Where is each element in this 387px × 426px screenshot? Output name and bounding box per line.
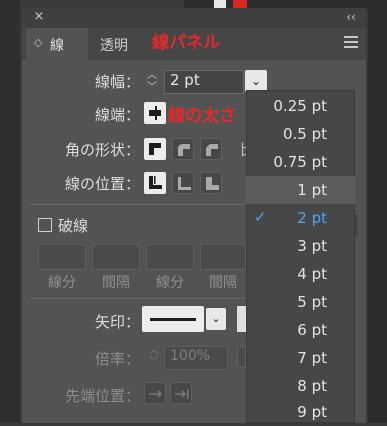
weight-option[interactable]: 0.5 pt	[246, 120, 355, 148]
background-left	[0, 0, 20, 423]
end-scale-input[interactable]	[237, 346, 246, 368]
tip-at-end-button[interactable]	[170, 382, 192, 404]
arrow-tip-beyond-icon	[149, 390, 163, 398]
scale-stepper[interactable]: ︿ ﹀	[144, 346, 164, 368]
tab-transparency[interactable]: 透明	[100, 35, 128, 55]
weight-option[interactable]: 0.25 pt	[246, 92, 355, 120]
gap-1-label: 間隔	[102, 275, 130, 291]
cap-label: 線端：	[94, 106, 140, 124]
weight-stepper[interactable]: ︿ ﹀	[142, 70, 162, 96]
option-label: 9 pt	[297, 403, 327, 421]
checkmark-icon: ✓	[254, 208, 267, 226]
stepper-down-icon[interactable]: ﹀	[142, 82, 162, 94]
scale-value: 100%	[170, 348, 211, 364]
bevel-join-button[interactable]	[200, 138, 222, 160]
option-label: 1 pt	[297, 181, 327, 199]
align-center-button[interactable]	[144, 172, 166, 194]
panel-menu-icon[interactable]	[344, 36, 358, 48]
background-right	[368, 0, 387, 423]
weight-option[interactable]: 3 pt	[246, 232, 355, 260]
tip-position-label: 先端位置：	[64, 387, 140, 405]
arrows-label: 矢印：	[94, 313, 140, 331]
weight-option[interactable]: 5 pt	[246, 288, 355, 316]
tab-stroke-label: 線	[50, 38, 64, 54]
arrow-tip-end-icon	[175, 389, 189, 399]
round-join-icon	[178, 144, 190, 156]
align-outside-icon	[206, 177, 219, 190]
dash-1-label: 線分	[48, 275, 76, 291]
arrow-none-icon	[150, 318, 196, 321]
weight-option[interactable]: 9 pt	[246, 398, 355, 426]
option-label: 2 pt	[297, 209, 327, 227]
option-label: 6 pt	[297, 321, 327, 339]
align-center-icon	[149, 176, 162, 189]
gap-1-input[interactable]	[92, 244, 140, 270]
dashed-checkbox[interactable]	[38, 218, 52, 232]
weight-option-highlighted[interactable]: 1 pt	[246, 176, 355, 204]
butt-cap-icon	[149, 106, 161, 120]
end-arrow-select[interactable]	[237, 306, 246, 332]
weight-option[interactable]: 4 pt	[246, 260, 355, 288]
corner-label: 角の形状：	[64, 141, 140, 159]
weight-option[interactable]: 6 pt	[246, 316, 355, 344]
weight-option[interactable]: 7 pt	[246, 344, 355, 372]
option-label: 0.75 pt	[273, 153, 327, 171]
collapse-icon[interactable]: ‹‹	[343, 9, 359, 25]
start-arrow-dropdown-button[interactable]: ⌄	[206, 308, 226, 330]
weight-option-selected[interactable]: ✓ 2 pt	[246, 204, 355, 232]
bevel-join-icon	[206, 144, 218, 156]
dash-2-input[interactable]	[146, 244, 194, 270]
gap-2-label: 間隔	[209, 275, 237, 291]
divider	[30, 204, 246, 205]
annotation-panel-title: 線パネル	[152, 33, 220, 53]
option-label: 3 pt	[297, 237, 327, 255]
option-label: 8 pt	[297, 377, 327, 395]
dash-1-input[interactable]	[38, 244, 86, 270]
tab-expand-icon: ◇	[34, 36, 43, 49]
weight-dropdown-button[interactable]: ⌄	[245, 70, 267, 92]
gap-2-input[interactable]	[200, 244, 246, 270]
align-inside-icon	[178, 177, 191, 190]
dash-2-label: 線分	[156, 275, 184, 291]
round-join-button[interactable]	[172, 138, 194, 160]
option-label: 0.25 pt	[273, 97, 327, 115]
annotation-stroke-width: 線の太さ	[168, 106, 236, 126]
align-label: 線の位置：	[64, 175, 140, 193]
divider	[30, 298, 246, 299]
align-inside-button[interactable]	[172, 172, 194, 194]
miter-join-button[interactable]	[144, 138, 166, 160]
panel-titlebar	[22, 8, 366, 28]
align-outside-button[interactable]	[200, 172, 222, 194]
option-label: 5 pt	[297, 293, 327, 311]
weight-option[interactable]: 8 pt	[246, 372, 355, 400]
butt-cap-button[interactable]	[144, 102, 166, 124]
option-label: 4 pt	[297, 265, 327, 283]
miter-join-icon	[149, 143, 161, 155]
scale-label: 倍率：	[94, 350, 140, 368]
weight-option[interactable]: 0.75 pt	[246, 148, 355, 176]
option-label: 7 pt	[297, 349, 327, 367]
stepper-up-icon[interactable]: ︿	[142, 70, 162, 82]
tip-beyond-button[interactable]	[144, 382, 166, 404]
close-icon[interactable]: ×	[31, 9, 47, 25]
weight-label: 線幅：	[94, 73, 140, 91]
option-label: 0.5 pt	[282, 125, 327, 143]
dashed-label: 破線	[58, 217, 89, 235]
weight-input-value: 2 pt	[170, 71, 200, 89]
